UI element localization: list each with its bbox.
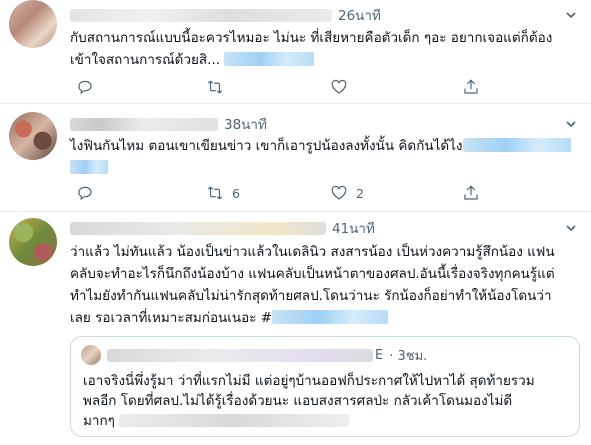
share-icon	[464, 79, 478, 94]
like-icon	[331, 185, 347, 200]
retweet-count: 6	[232, 185, 240, 201]
reply-icon	[78, 80, 92, 95]
tweet-text: กับสถานการณ์แบบนี้อะควรไหมอะ ไม่นะ ที่เส…	[70, 27, 552, 71]
like-button[interactable]	[330, 78, 348, 96]
retweet-icon	[207, 80, 223, 94]
quoted-tweet-header: E · 3ชม.	[107, 345, 427, 365]
tweet-line: คลับจะทำอะไรก็นึกถึงน้องบ้าง แฟนคลับเป็น…	[70, 266, 555, 282]
quoted-tweet-text: เอาจริงนี่พึ่งรู้มา ว่าที่แรกไม่มี แต่อย…	[83, 371, 535, 431]
tweet-text: ว่าแล้ว ไม่ทันแล้ว น้องเป็นข่าวแล้วในเดล…	[70, 241, 555, 329]
blurred-link[interactable]	[224, 52, 315, 66]
quoted-time: · 3ชม.	[389, 348, 428, 364]
tweet-time[interactable]: 41นาที	[332, 217, 375, 239]
like-count: 2	[356, 185, 364, 201]
blurred-text	[119, 414, 350, 427]
like-button[interactable]: 2	[330, 184, 364, 202]
tweet-line: ทำไมยังทำกันแฟนคลับไม่น่ารักสุดท้ายศลป.โ…	[70, 288, 552, 304]
avatar	[81, 345, 101, 365]
blurred-hashtag[interactable]	[272, 310, 389, 324]
retweet-button[interactable]	[206, 78, 224, 96]
avatar[interactable]	[9, 0, 57, 48]
tweet-line: เลย รอเวลาที่เหมาะสมก่อนเนอะ #	[70, 307, 555, 329]
retweet-icon	[207, 186, 223, 200]
share-button[interactable]	[462, 78, 480, 96]
reply-button[interactable]	[76, 78, 94, 96]
tweet-2[interactable]: 38นาที ไงฟินกันไหม ตอนเขาเขียนข่าว เขาก็…	[0, 104, 591, 211]
share-button[interactable]	[462, 184, 480, 202]
tweet-time[interactable]: 26นาที	[338, 4, 381, 26]
blurred-username	[107, 348, 373, 362]
tweet-line: เข้าใจสถานการณ์ด้วยสิ...	[70, 49, 552, 71]
avatar[interactable]	[9, 218, 57, 266]
quoted-handle-suffix: E	[375, 347, 384, 363]
tweet-header: 38นาที	[70, 114, 267, 134]
share-icon	[464, 185, 478, 200]
avatar[interactable]	[9, 112, 57, 160]
tweet-line: ว่าแล้ว ไม่ทันแล้ว น้องเป็นข่าวแล้วในเดล…	[70, 244, 555, 260]
tweet-line: กับสถานการณ์แบบนี้อะควรไหมอะ ไม่นะ ที่เส…	[70, 30, 553, 46]
blurred-username	[70, 221, 326, 235]
reply-button[interactable]	[76, 184, 94, 202]
caret-down-icon[interactable]	[565, 9, 577, 21]
tweet-text: ไงฟินกันไหม ตอนเขาเขียนข่าว เขาก็เอารูปน…	[70, 135, 571, 179]
blurred-link[interactable]	[70, 160, 108, 174]
blurred-link[interactable]	[462, 138, 571, 152]
tweet-header: 26นาที	[70, 5, 381, 25]
blurred-username	[70, 8, 332, 22]
reply-icon	[78, 186, 92, 201]
like-icon	[331, 79, 347, 94]
quoted-tweet[interactable]: E · 3ชม. เอาจริงนี่พึ่งรู้มา ว่าที่แรกไม…	[70, 336, 580, 437]
quoted-line: พลอีก โดยที่ศลป.ไม่ได้รู้เรื่องด้วยนะ แอ…	[83, 393, 513, 409]
tweet-line: ไงฟินกันไหม ตอนเขาเขียนข่าว เขาก็เอารูปน…	[70, 135, 571, 157]
quoted-line: เอาจริงนี่พึ่งรู้มา ว่าที่แรกไม่มี แต่อย…	[83, 373, 535, 389]
quoted-line: มากๆ	[83, 411, 535, 431]
retweet-button[interactable]: 6	[206, 184, 240, 202]
caret-down-icon[interactable]	[565, 222, 577, 234]
tweet-1[interactable]: 26นาที กับสถานการณ์แบบนี้อะควรไหมอะ ไม่น…	[0, 0, 591, 103]
tweet-time[interactable]: 38นาที	[224, 113, 267, 135]
tweet-line	[70, 157, 571, 179]
caret-down-icon[interactable]	[565, 118, 577, 130]
tweet-header: 41นาที	[70, 218, 375, 238]
blurred-username	[70, 117, 218, 131]
